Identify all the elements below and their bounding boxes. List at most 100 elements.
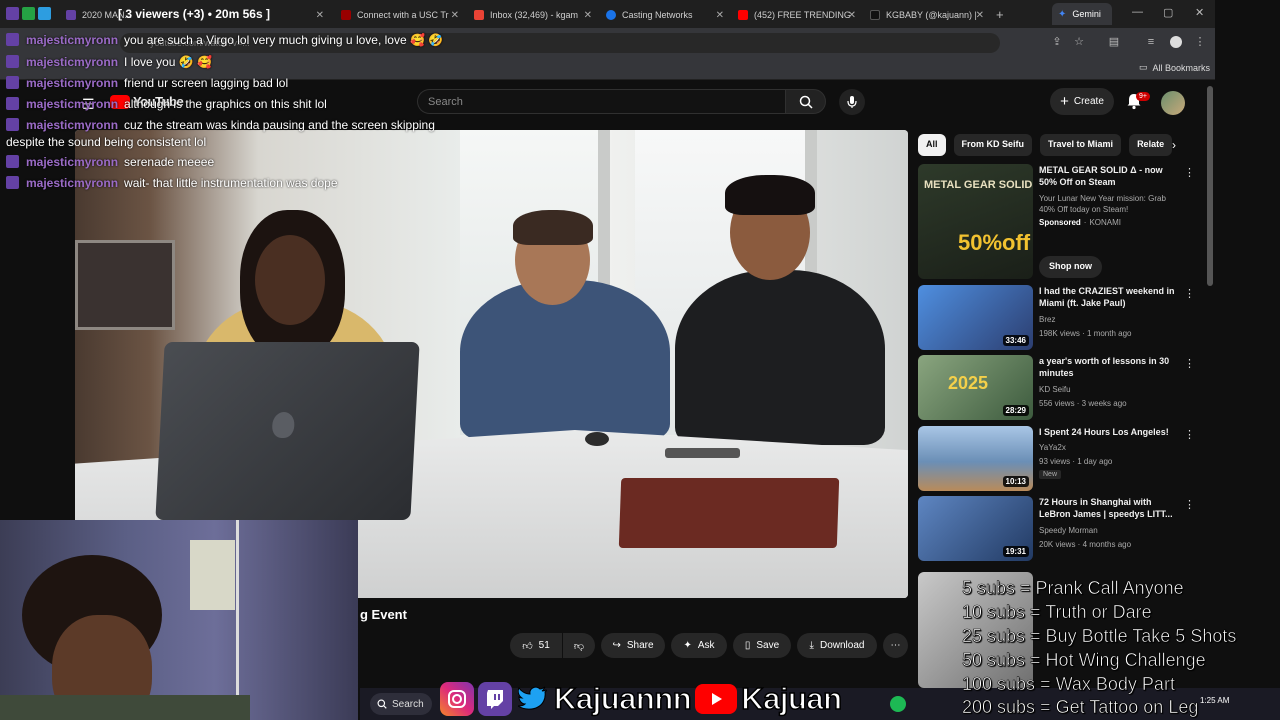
new-tab-button[interactable]: +	[996, 7, 1004, 22]
chip-all[interactable]: All	[918, 134, 946, 156]
sub-goal: 10 subs = Truth or Dare	[962, 602, 1152, 623]
chat-message: majesticmyronn wait- that little instrume…	[6, 176, 338, 190]
video-scene-folder	[618, 478, 840, 548]
sponsored-ad[interactable]: METAL GEAR SOLID 50%off METAL GEAR SOLID…	[918, 164, 1200, 279]
recommendation-title[interactable]: I had the CRAZIEST weekend in Miami (ft.…	[1039, 285, 1179, 309]
extensions-icon[interactable]: ≡	[1145, 36, 1157, 48]
chat-text: although is the graphics on this shit lo…	[124, 97, 327, 111]
install-icon[interactable]: ⇪	[1051, 36, 1063, 48]
channel-name[interactable]: Brez	[1039, 315, 1055, 324]
maximize-icon[interactable]: ▢	[1163, 6, 1173, 19]
create-button[interactable]: + Create	[1050, 88, 1114, 115]
video-thumbnail[interactable]: 19:31	[918, 496, 1033, 561]
more-vertical-icon[interactable]: ⋮	[1184, 428, 1195, 441]
download-icon: ⤓	[809, 640, 814, 651]
video-thumbnail[interactable]: 10:13	[918, 426, 1033, 491]
chat-text: you are such a Virgo lol very much givin…	[124, 33, 444, 47]
folder-icon: ▭	[1138, 62, 1148, 72]
channel-name[interactable]: KD Seifu	[1039, 385, 1071, 394]
recommendation-item[interactable]: 10:13 I Spent 24 Hours Los Angeles! YaYa…	[918, 426, 1200, 492]
spotify-icon[interactable]	[890, 696, 906, 712]
close-icon[interactable]: ✕	[451, 10, 459, 21]
account-avatar[interactable]	[1161, 91, 1185, 115]
chat-text: I love you 🤣 🥰	[124, 55, 212, 69]
gemini-button[interactable]: ✦ Gemini	[1052, 3, 1112, 25]
recommendation-title[interactable]: I Spent 24 Hours Los Angeles!	[1039, 426, 1179, 438]
sub-goal: 200 subs = Get Tattoo on Leg	[962, 697, 1199, 718]
ask-label: Ask	[697, 640, 715, 651]
recommendation-item[interactable]: 2025 28:29 a year's worth of lessons in …	[918, 355, 1200, 421]
shop-now-button[interactable]: Shop now	[1039, 256, 1102, 278]
chat-message: majesticmyronn friend ur screen lagging b…	[6, 76, 288, 90]
ad-thumbnail[interactable]: METAL GEAR SOLID 50%off	[918, 164, 1033, 279]
screen: 2020 MAN... ✕ Connect with a USC Tr ✕ In…	[0, 0, 1280, 720]
chat-message: majesticmyronn serenade meeee	[6, 155, 214, 169]
tab-label: Inbox (32,469) - kgam	[490, 10, 579, 20]
profile-icon[interactable]	[1170, 36, 1182, 48]
search-button[interactable]	[785, 89, 826, 114]
video-thumbnail[interactable]: 2025 28:29	[918, 355, 1033, 420]
tab-search-icon[interactable]: ▤	[1108, 36, 1120, 48]
chat-message-continued: despite the sound being consistent lol	[6, 135, 206, 149]
voice-search-button[interactable]	[839, 89, 865, 115]
ad-title[interactable]: METAL GEAR SOLID Δ - now 50% Off on Stea…	[1039, 164, 1179, 188]
ask-button[interactable]: ✦ Ask	[671, 633, 727, 658]
video-thumbnail[interactable]: 33:46	[918, 285, 1033, 350]
window-close-icon[interactable]: ✕	[1195, 6, 1204, 19]
chat-username: majesticmyronn	[26, 76, 119, 90]
more-vertical-icon[interactable]: ⋮	[1184, 357, 1195, 370]
video-meta: 93 views · 1 day ago	[1039, 457, 1113, 466]
taskbar-search[interactable]: Search	[370, 693, 432, 715]
sub-goal: 5 subs = Prank Call Anyone	[962, 578, 1184, 599]
twitch-badge-icon	[6, 33, 19, 46]
save-button[interactable]: ▯ Save	[733, 633, 791, 658]
video-scene-mouse	[585, 432, 609, 446]
chip-from-kd-seifu[interactable]: From KD Seifu	[953, 134, 1033, 156]
channel-name[interactable]: Speedy Morman	[1039, 526, 1098, 535]
all-bookmarks[interactable]: ▭ All Bookmarks	[1139, 62, 1210, 73]
share-button[interactable]: ↪ Share	[601, 633, 665, 658]
bookmark-star-icon[interactable]: ☆	[1073, 36, 1085, 48]
video-meta: 20K views · 4 months ago	[1039, 540, 1132, 549]
chat-message: majesticmyronn you are such a Virgo lol v…	[6, 33, 443, 47]
dislike-button[interactable]: 👎︎	[563, 633, 595, 658]
channel-name[interactable]: YaYa2x	[1039, 443, 1066, 452]
tab-label: Casting Networks	[622, 10, 693, 20]
tab-5[interactable]: (452) FREE TRENDING ✕	[732, 4, 862, 26]
search-input[interactable]: Search	[417, 89, 785, 114]
more-vertical-icon[interactable]: ⋮	[1184, 166, 1195, 179]
chip-travel-to-miami[interactable]: Travel to Miami	[1040, 134, 1122, 156]
minimize-icon[interactable]: —	[1132, 6, 1143, 18]
close-icon[interactable]: ✕	[848, 10, 856, 21]
video-person-center-hair	[513, 210, 593, 245]
menu-icon[interactable]: ⋮	[1194, 36, 1206, 48]
close-icon[interactable]: ✕	[316, 10, 324, 21]
more-vertical-icon[interactable]: ⋮	[1184, 498, 1195, 511]
like-button[interactable]: 👍︎ 51	[510, 633, 562, 658]
recommendation-item[interactable]: 33:46 I had the CRAZIEST weekend in Miam…	[918, 285, 1200, 351]
apple-logo-icon	[271, 412, 295, 438]
chat-username: majesticmyronn	[26, 33, 119, 47]
close-icon[interactable]: ✕	[976, 10, 984, 21]
more-vertical-icon[interactable]: ⋮	[1184, 287, 1195, 300]
close-icon[interactable]: ✕	[584, 10, 592, 21]
tab-3[interactable]: Inbox (32,469) - kgam ✕	[468, 4, 598, 26]
tab-2[interactable]: Connect with a USC Tr ✕	[335, 4, 465, 26]
close-icon[interactable]: ✕	[716, 10, 724, 21]
download-button[interactable]: ⤓ Download	[797, 633, 877, 658]
thumbs-down-icon: 👎︎	[573, 640, 585, 652]
edit-icon	[22, 7, 35, 20]
tab-4[interactable]: Casting Networks ✕	[600, 4, 730, 26]
tab-label: (452) FREE TRENDING	[754, 10, 851, 20]
recommendation-item[interactable]: 19:31 72 Hours in Shanghai with LeBron J…	[918, 496, 1200, 562]
more-actions-button[interactable]: ⋯	[883, 633, 908, 658]
video-scene-phone	[665, 448, 740, 458]
recommendation-title[interactable]: 72 Hours in Shanghai with LeBron James |…	[1039, 496, 1179, 520]
plus-icon: +	[1060, 92, 1069, 110]
tab-6[interactable]: KGBABY (@kajuann) | ✕	[864, 4, 990, 26]
scrollbar[interactable]	[1207, 86, 1213, 286]
chip-related[interactable]: Relate	[1129, 134, 1173, 156]
recommendation-title[interactable]: a year's worth of lessons in 30 minutes	[1039, 355, 1179, 379]
share-icon: ↪	[612, 640, 621, 651]
chevron-right-icon[interactable]: ›	[1172, 138, 1176, 152]
